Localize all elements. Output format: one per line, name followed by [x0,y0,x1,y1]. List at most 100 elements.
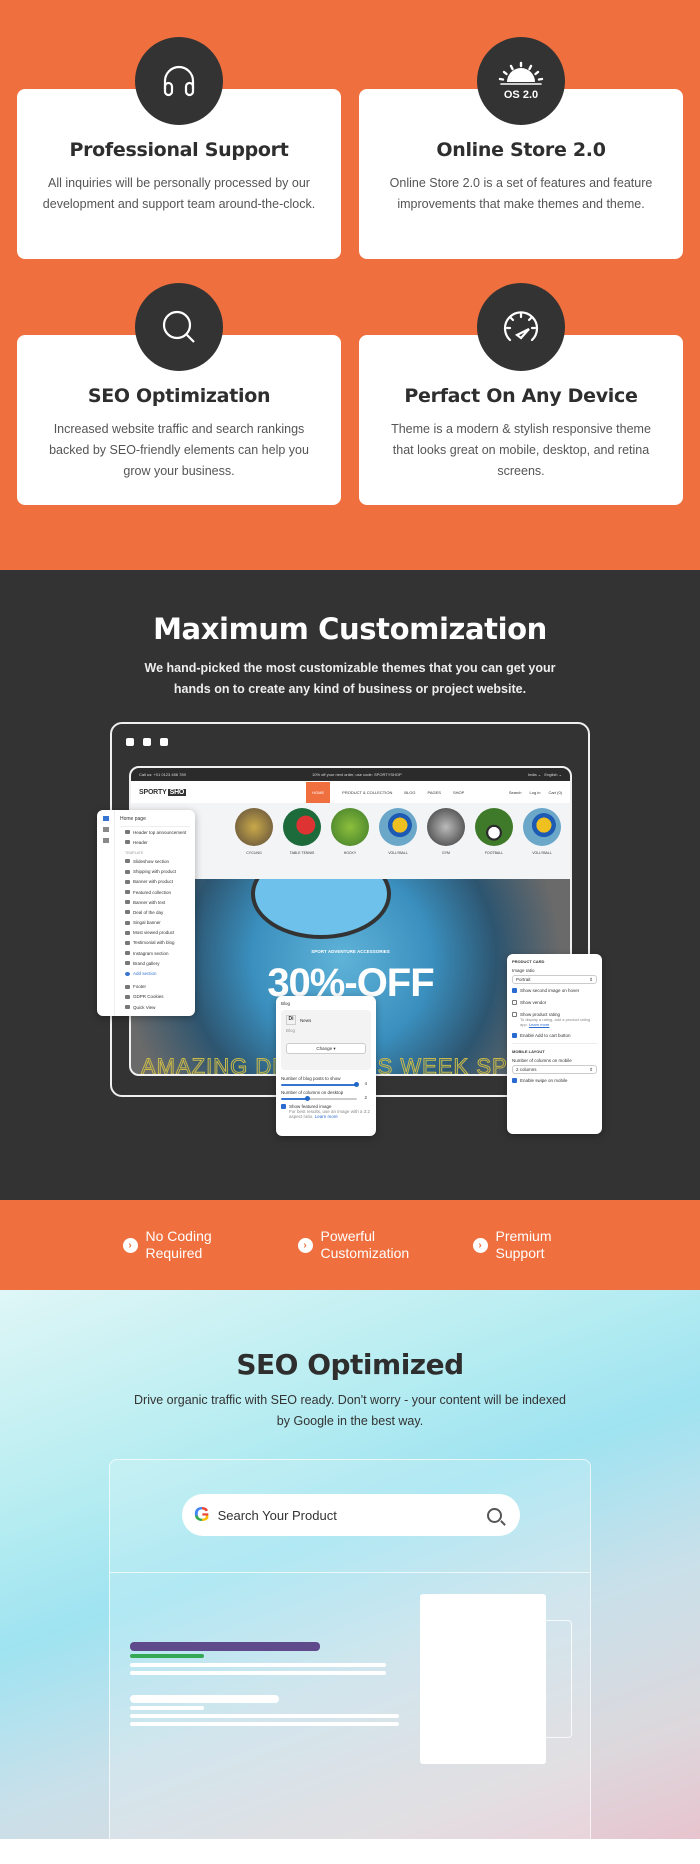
category-row: CYCLING TABLE TENNIS HOCKY VOLLYBALL GYM… [131,803,570,879]
result-text-line [130,1663,386,1667]
nav-blog[interactable]: BLOG [404,790,415,795]
search-icon [135,283,223,371]
section-item[interactable]: Quick View [120,1002,190,1012]
section-item[interactable]: Featured collection [120,887,190,897]
category-item[interactable]: GYM [426,808,466,879]
blog-settings-panel: Blog Di News Blog Change ▾ Number of blog… [276,996,376,1136]
change-blog-button[interactable]: Change ▾ [286,1043,366,1054]
mobile-layout-title: MOBILE LAYOUT [512,1049,545,1054]
search-icon[interactable] [487,1507,502,1523]
google-icon: G [194,1503,210,1526]
result-thumbnail-back [546,1620,572,1738]
browser-mockup: Call us: +01 0123 456 789 10% off your n… [97,722,602,1136]
nav-cart[interactable]: Cart (0) [548,790,562,795]
product-card-title: PRODUCT CARD [512,959,545,964]
nav-search[interactable]: Search [509,790,522,795]
section-item[interactable]: Footer [120,982,190,992]
preview-nav: HOME PRODUCT & COLLECTION BLOG PAGES SHO… [306,781,464,803]
feature-card-support: Professional Support All inquiries will … [17,37,341,259]
vendor-checkbox[interactable] [512,1000,517,1005]
headphones-icon [135,37,223,125]
columns-slider[interactable]: 2 [281,1095,367,1101]
chevron-right-icon: › [122,1237,138,1253]
section-item[interactable]: Brand gallery [120,958,190,968]
nav-pages[interactable]: PAGES [427,790,441,795]
blog-picker: Di News Blog Change ▾ [281,1010,371,1070]
feature-text: Theme is a modern & stylish responsive t… [391,422,651,478]
speedometer-icon [477,283,565,371]
sections-icon[interactable] [102,816,109,821]
country-select[interactable]: India ⌄ [528,772,541,777]
section-item[interactable]: Shipping with product [120,867,190,877]
benefit-item: › No Coding Required [122,1228,298,1262]
customization-section: Maximum Customization We hand-picked the… [0,570,700,1200]
search-results-mockup: G Search Your Product [109,1459,591,1864]
blog-type: Blog [286,1028,296,1033]
nav-login[interactable]: Log in [530,790,541,795]
feature-text: All inquiries will be personally process… [42,176,316,211]
section-item[interactable]: Header [120,837,190,847]
section-subtitle: We hand-picked the most customizable the… [144,661,556,696]
section-item[interactable]: Instagram section [120,948,190,958]
nav-home[interactable]: HOME [306,781,331,803]
option-label: Show second image on hover [520,988,580,993]
preview-logo[interactable]: SPORTY SHO [139,788,187,796]
section-item[interactable]: Banner with text [120,897,190,907]
feature-title: SEO Optimization [87,385,271,407]
mobile-columns-label: Number of columns on mobile [512,1058,572,1063]
category-item[interactable]: VOLLYBALL [522,808,562,879]
option-label: Show vendor [520,1000,547,1005]
feature-card-seo: SEO Optimization Increased website traff… [17,283,341,505]
section-item[interactable]: Banner with product [120,877,190,887]
image-ratio-select[interactable]: Portrait ⇕ [512,975,597,984]
topbar-promo: 10% off your next order, use code: SPORT… [312,772,402,777]
os-badge: OS 2.0 [503,89,539,101]
search-bar[interactable]: G Search Your Product [182,1494,520,1536]
category-item[interactable]: HOCKY [330,808,370,879]
feature-text: Online Store 2.0 is a set of features an… [389,176,653,211]
blog-icon: Di [286,1015,296,1025]
add-to-cart-checkbox[interactable] [512,1033,517,1038]
second-image-checkbox[interactable] [512,988,517,993]
result-url-bar [130,1706,204,1710]
benefits-bar: › No Coding Required › Powerful Customizatio… [0,1200,700,1290]
section-item[interactable]: Deal of the day [120,907,190,917]
learn-more-link[interactable]: Learn more [315,1114,338,1119]
result-url-bar [130,1654,204,1658]
mobile-columns-select[interactable]: 2 columns ⇕ [512,1065,597,1074]
swipe-checkbox[interactable] [512,1078,517,1083]
section-item[interactable]: Most viewed product [120,928,190,938]
learn-more-link[interactable]: Learn more [529,1022,549,1027]
result-text-line [130,1722,399,1726]
benefit-item: › Premium Support [472,1228,648,1262]
nav-shop[interactable]: SHOP [453,790,464,795]
rating-checkbox[interactable] [512,1012,517,1017]
result-title-bar [130,1695,279,1703]
blog-name[interactable]: News [300,1018,311,1023]
section-item[interactable]: GDPR Cookies [120,992,190,1002]
category-item[interactable]: VOLLYBALL [378,808,418,879]
section-item[interactable]: Testimonial with blog [120,938,190,948]
section-item[interactable]: Singal banner [120,918,190,928]
cyclist-image [251,879,391,939]
result-text-line [130,1671,386,1675]
add-section-button[interactable]: Add section [120,968,190,978]
featured-image-checkbox[interactable] [281,1104,286,1109]
app-blocks-icon[interactable] [102,838,109,843]
category-item[interactable]: CYCLING [234,808,274,879]
os-sunrise-icon: OS 2.0 [477,37,565,125]
category-item[interactable]: TABLE TENNIS [282,808,322,879]
nav-product-collection[interactable]: PRODUCT & COLLECTION [342,790,392,795]
section-item[interactable]: Slideshow section [120,856,190,866]
benefit-item: › Powerful Customization [297,1228,473,1262]
result-title-bar [130,1642,320,1651]
result-text-line [130,1714,399,1718]
preview-topbar: Call us: +01 0123 456 789 10% off your n… [131,768,570,781]
section-item[interactable]: Header top announcement [120,827,190,837]
category-item[interactable]: FOOTBALL [474,808,514,879]
language-select[interactable]: English ⌄ [544,772,562,777]
section-subtitle: Drive organic traffic with SEO ready. Do… [134,1393,566,1428]
posts-slider[interactable]: 4 [281,1081,367,1087]
option-label: Enable Add to cart button [520,1033,571,1038]
theme-settings-icon[interactable] [102,827,109,832]
